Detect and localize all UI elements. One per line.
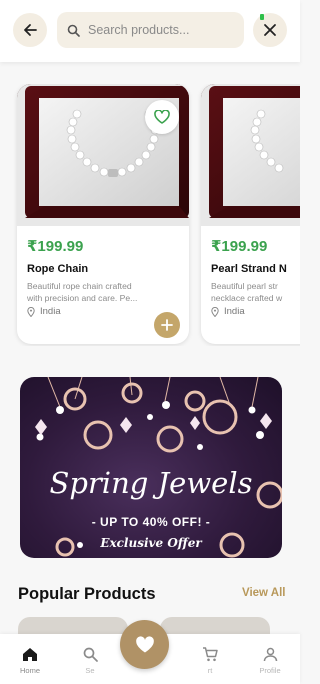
product-image: [201, 84, 300, 226]
view-all-link[interactable]: View All: [242, 587, 285, 599]
back-button[interactable]: [13, 13, 47, 47]
close-icon: [264, 24, 276, 36]
nav-home[interactable]: Home: [0, 634, 60, 684]
product-description-line: Beautiful pearl str: [211, 281, 278, 291]
heart-outline-icon: [154, 110, 170, 124]
search-header: [0, 0, 300, 62]
nav-cart[interactable]: rt: [180, 634, 240, 684]
product-price: ₹199.99: [211, 238, 268, 255]
search-box[interactable]: [57, 12, 244, 48]
cart-icon: [203, 647, 218, 662]
add-to-cart-button[interactable]: [154, 312, 180, 338]
location-pin-icon: [211, 306, 219, 317]
promo-banner[interactable]: Spring Jewels - UP TO 40% OFF! - Exclusi…: [20, 377, 282, 558]
search-icon: [83, 647, 98, 662]
home-icon: [23, 648, 37, 661]
product-description: Beautiful pearl str necklace crafted w: [211, 280, 300, 304]
product-name: Rope Chain: [27, 263, 89, 275]
nav-search[interactable]: Se: [60, 634, 120, 684]
banner-title: Spring Jewels: [49, 466, 253, 500]
close-button[interactable]: [253, 13, 287, 47]
product-location-label: India: [40, 306, 61, 317]
product-description-line: necklace crafted w: [211, 293, 283, 303]
product-image: [17, 84, 189, 226]
person-icon: [263, 647, 277, 662]
status-indicator: [260, 14, 264, 20]
search-input[interactable]: [88, 23, 238, 37]
product-card[interactable]: ₹199.99 Pearl Strand N Beautiful pearl s…: [201, 84, 300, 344]
nav-cart-label: rt: [207, 666, 213, 675]
product-card[interactable]: ₹199.99 Rope Chain Beautiful rope chain …: [17, 84, 189, 344]
popular-products-title: Popular Products: [18, 585, 156, 603]
banner-subtitle: - UP TO 40% OFF! -: [91, 515, 211, 529]
product-description-line: with precision and care. Pe...: [27, 293, 138, 303]
location-pin-icon: [27, 306, 35, 317]
arrow-left-icon: [24, 24, 37, 36]
product-description: Beautiful rope chain crafted with precis…: [27, 280, 147, 304]
nav-home-label: Home: [19, 666, 40, 675]
product-location-label: India: [224, 306, 245, 317]
search-icon: [67, 24, 80, 37]
product-location: India: [211, 306, 245, 317]
banner-tagline: Exclusive Offer: [100, 536, 202, 550]
nav-profile[interactable]: Profile: [240, 634, 300, 684]
nav-search-label: Se: [85, 666, 95, 675]
product-carousel[interactable]: ₹199.99 Rope Chain Beautiful rope chain …: [0, 84, 300, 346]
nav-profile-label: Profile: [259, 666, 281, 675]
product-location: India: [27, 306, 61, 317]
favorite-button[interactable]: [145, 100, 179, 134]
favorites-fab[interactable]: [120, 620, 169, 669]
product-description-line: Beautiful rope chain crafted: [27, 281, 132, 291]
plus-icon: [161, 319, 173, 331]
product-name: Pearl Strand N: [211, 263, 287, 275]
product-price: ₹199.99: [27, 238, 84, 255]
heart-icon: [135, 635, 154, 652]
